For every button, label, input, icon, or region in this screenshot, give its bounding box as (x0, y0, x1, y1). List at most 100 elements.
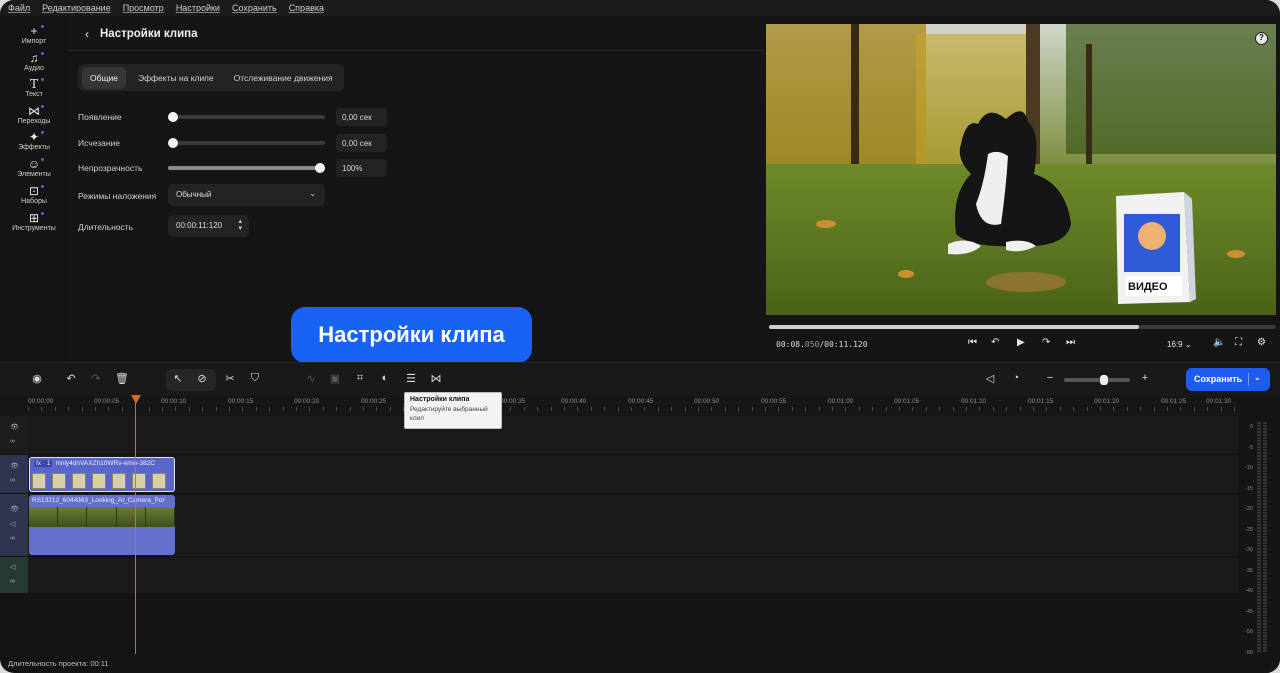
ruler-tick (524, 407, 525, 411)
scissors-icon[interactable]: ✂ (222, 372, 238, 385)
razor-icon[interactable]: ⊘ (194, 372, 210, 385)
rail-item-tools[interactable]: ⊞ Инструменты (0, 211, 68, 232)
select-cursor-icon[interactable]: ↖ (170, 372, 186, 385)
timeline-ruler[interactable]: 00:00:00 00:00:05 00:00:10 00:00:15 00:00:20… (0, 396, 1238, 416)
menu-help[interactable]: Справка (289, 3, 324, 13)
forward-icon[interactable]: ↷ (1042, 337, 1050, 348)
slider-knob[interactable] (168, 138, 178, 148)
volume-icon[interactable]: 🔈 (1213, 337, 1225, 348)
app-window: Файл Редактирование Просмотр Настройки С… (0, 0, 1280, 673)
ruler-tick (283, 407, 284, 411)
fx-badge[interactable]: fx · 1 (34, 460, 53, 467)
ruler-tick-label: 00:00:35 (500, 398, 526, 405)
color-icon[interactable]: ◐ (377, 372, 393, 384)
eye-icon[interactable]: 👁 (10, 423, 19, 431)
menu-save[interactable]: Сохранить (232, 3, 277, 13)
rail-item-packs[interactable]: ⊡ Наборы (0, 184, 68, 205)
rail-item-audio[interactable]: ♫ Аудио (0, 51, 68, 72)
fade-out-slider[interactable] (168, 138, 325, 148)
transition-icon[interactable]: ⋈ (428, 372, 444, 385)
audio-detach-icon[interactable]: ◁ (982, 372, 998, 385)
help-icon[interactable]: ? (1255, 32, 1268, 45)
fade-in-value[interactable]: 0,00 сек (336, 108, 387, 126)
undo-icon[interactable]: ↶ (63, 372, 79, 385)
ruler-tick (671, 407, 672, 411)
speaker-icon[interactable]: ◁ (10, 563, 15, 571)
menu-settings[interactable]: Настройки (176, 3, 220, 13)
speed-icon[interactable]: ◔ (1008, 372, 1024, 384)
link-icon[interactable]: ∞ (10, 477, 15, 484)
audio-wave-icon[interactable]: ∿ (303, 372, 319, 385)
trash-icon[interactable]: 🗑 (114, 372, 130, 385)
link-icon[interactable]: ∞ (10, 438, 15, 445)
rail-item-import[interactable]: + Импорт (0, 24, 68, 45)
playhead[interactable] (135, 402, 136, 654)
slider-knob[interactable] (168, 112, 178, 122)
track-overlay[interactable] (28, 455, 1238, 494)
rail-item-elements[interactable]: ☺ Элементы (0, 157, 68, 178)
gear-icon[interactable]: ⚙ (1257, 337, 1266, 348)
ruler-tick (859, 407, 860, 411)
menu-edit[interactable]: Редактирование (42, 3, 111, 13)
menu-file[interactable]: Файл (8, 3, 30, 13)
overlay-clip[interactable]: fx · 1 mnly4dnVAXZh10WRv-emw-382C (29, 457, 175, 492)
time-total: /00:11.120 (819, 340, 868, 349)
rail-item-effects[interactable]: ✦ Эффекты (0, 130, 68, 151)
zoom-slider[interactable] (1064, 375, 1130, 385)
menu-view[interactable]: Просмотр (123, 3, 164, 13)
blend-mode-select[interactable]: Обычный ⌄ (168, 184, 325, 206)
rail-item-text[interactable]: T Текст (0, 77, 68, 98)
opacity-slider[interactable] (168, 163, 325, 173)
fade-in-slider[interactable] (168, 112, 325, 122)
ruler-tick (1087, 407, 1088, 411)
playback-progress[interactable] (769, 325, 1276, 329)
chevron-down-icon[interactable]: ⌄ (1254, 373, 1261, 382)
zoom-knob[interactable] (1100, 375, 1108, 385)
track-main[interactable] (28, 494, 1238, 557)
aspect-ratio-select[interactable]: 16:9 ⌄ (1167, 340, 1192, 349)
skip-end-icon[interactable]: ⏭ (1066, 337, 1075, 348)
opacity-value[interactable]: 100% (336, 159, 387, 177)
clip-settings-icon[interactable]: ☰ (403, 372, 419, 385)
video-preview[interactable]: ? ВИДЕО (766, 24, 1276, 315)
ruler-tick (752, 407, 753, 411)
eye-icon[interactable]: 👁 (10, 462, 19, 470)
fullscreen-icon[interactable]: ⛶ (1235, 337, 1242, 348)
ruler-tick (1060, 407, 1061, 411)
link-icon[interactable]: ∞ (10, 578, 15, 585)
track-header-main: 👁 ◁ ∞ (0, 494, 28, 557)
back-chevron-icon[interactable]: ‹ (85, 27, 89, 41)
zoom-out-icon[interactable]: − (1042, 372, 1058, 384)
tab-general[interactable]: Общие (82, 66, 126, 89)
save-button[interactable]: Сохранить ⌄ (1186, 368, 1270, 391)
ruler-tick (832, 407, 833, 411)
rewind-icon[interactable]: ↶ (991, 337, 999, 348)
fade-out-value[interactable]: 0,00 сек (336, 134, 387, 152)
speaker-icon[interactable]: ◁ (10, 520, 15, 528)
track-empty[interactable] (28, 416, 1238, 455)
link-icon[interactable]: ∞ (10, 535, 15, 542)
rail-item-transitions[interactable]: ⋈ Переходы (0, 104, 68, 125)
tab-clip-effects[interactable]: Эффекты на клипе (130, 67, 222, 89)
music-note-icon: ♫ (0, 51, 68, 65)
playhead-handle[interactable] (131, 395, 141, 404)
stepper-icon[interactable]: ▴ ▾ (238, 218, 242, 232)
record-icon[interactable]: ◉ (29, 372, 45, 385)
track-audio[interactable] (28, 557, 1238, 594)
ruler-tick (845, 407, 846, 411)
play-icon[interactable]: ▶ (1017, 337, 1025, 348)
fade-out-label: Исчезание (78, 138, 121, 148)
redo-icon[interactable]: ↷ (88, 372, 104, 385)
tab-motion-tracking[interactable]: Отслеживание движения (226, 67, 341, 89)
skip-start-icon[interactable]: ⏮ (968, 337, 977, 348)
duration-input[interactable]: 00:00:11:120 ▴ ▾ (168, 215, 249, 237)
slider-knob[interactable] (315, 163, 325, 173)
main-video-clip[interactable]: RS13212_6044363_Looking_At_Camera_Por (29, 495, 175, 555)
shield-icon[interactable]: ⛉ (247, 372, 263, 385)
eye-icon[interactable]: 👁 (10, 505, 19, 513)
zoom-in-icon[interactable]: + (1137, 372, 1153, 384)
freeze-frame-icon[interactable]: ▣ (327, 372, 343, 385)
tool-rail: + Импорт ♫ Аудио T Текст ⋈ Переходы ✦ Эф… (0, 16, 68, 362)
meter-scale-label: 0 (1249, 424, 1253, 430)
crop-icon[interactable]: ⌗ (352, 372, 368, 385)
